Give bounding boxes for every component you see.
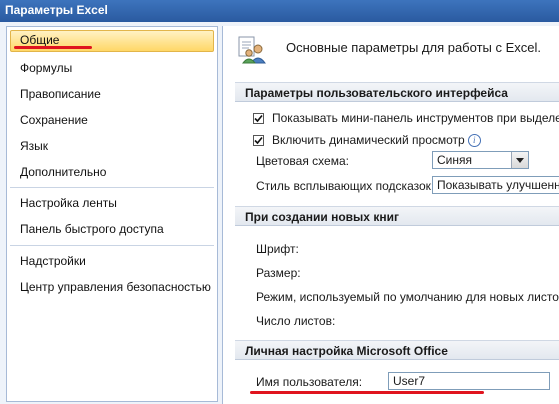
sidebar-item-proofing[interactable]: Правописание xyxy=(10,84,214,106)
tooltip-style-select[interactable]: Показывать улучшенные всплывающие подска… xyxy=(432,176,559,194)
live-preview-checkbox[interactable] xyxy=(253,135,264,146)
sidebar-item-customize-ribbon[interactable]: Настройка ленты xyxy=(10,193,214,215)
info-icon[interactable]: i xyxy=(467,134,481,148)
sidebar-item-advanced[interactable]: Дополнительно xyxy=(10,162,214,184)
sidebar-divider xyxy=(10,187,214,188)
sidebar-item-quick-access-toolbar[interactable]: Панель быстрого доступа xyxy=(10,219,214,241)
tooltip-style-value: Показывать улучшенные всплывающие подска… xyxy=(437,178,559,192)
color-scheme-select[interactable]: Синяя xyxy=(432,151,529,169)
annotation-underline-username xyxy=(250,391,484,394)
sidebar-item-label: Язык xyxy=(20,139,49,153)
mini-toolbar-checkbox[interactable] xyxy=(253,113,264,124)
sidebar-item-save[interactable]: Сохранение xyxy=(10,110,214,132)
page-title: Основные параметры для работы с Excel. xyxy=(286,40,541,55)
color-scheme-label: Цветовая схема: xyxy=(256,154,349,168)
sheet-count-label: Число листов: xyxy=(256,314,336,328)
sidebar-nav: Общие Формулы Правописание Сохранение Яз… xyxy=(6,26,218,402)
tooltip-style-label: Стиль всплывающих подсказок: xyxy=(256,179,435,193)
live-preview-row: Включить динамический просмотр i xyxy=(272,133,481,148)
sidebar-item-add-ins[interactable]: Надстройки xyxy=(10,251,214,273)
mini-toolbar-label: Показывать мини-панель инструментов при … xyxy=(272,111,559,125)
font-label: Шрифт: xyxy=(256,242,299,256)
section-new-workbook: При создании новых книг xyxy=(235,206,559,226)
default-view-label: Режим, используемый по умолчанию для нов… xyxy=(256,290,559,304)
font-size-label: Размер: xyxy=(256,266,301,280)
sidebar-item-trust-center[interactable]: Центр управления безопасностью xyxy=(10,277,214,299)
sidebar-item-label: Центр управления безопасностью xyxy=(20,280,211,294)
main-panel: Основные параметры для работы с Excel. П… xyxy=(222,26,559,404)
sidebar-divider xyxy=(10,245,214,246)
options-people-icon xyxy=(237,34,267,64)
sidebar-item-label: Общие xyxy=(20,33,60,47)
sidebar-item-language[interactable]: Язык xyxy=(10,136,214,158)
username-label: Имя пользователя: xyxy=(256,375,363,389)
annotation-underline-general xyxy=(14,46,92,49)
sidebar-item-label: Надстройки xyxy=(20,254,86,268)
section-ui-options: Параметры пользовательского интерфейса xyxy=(235,82,559,102)
sidebar-item-label: Панель быстрого доступа xyxy=(20,222,164,236)
checkmark-icon xyxy=(254,136,263,145)
sidebar-item-label: Настройка ленты xyxy=(20,196,117,210)
chevron-down-icon[interactable] xyxy=(511,152,528,168)
section-personalize: Личная настройка Microsoft Office xyxy=(235,340,559,360)
username-input[interactable]: User7 xyxy=(388,372,550,390)
sidebar-item-formulas[interactable]: Формулы xyxy=(10,58,214,80)
checkmark-icon xyxy=(254,114,263,123)
sidebar-item-label: Правописание xyxy=(20,87,101,101)
sidebar-item-label: Дополнительно xyxy=(20,165,107,179)
live-preview-label: Включить динамический просмотр xyxy=(272,133,465,147)
sidebar-item-label: Сохранение xyxy=(20,113,88,127)
color-scheme-value: Синяя xyxy=(437,153,472,167)
window-title: Параметры Excel xyxy=(0,0,559,22)
sidebar-item-label: Формулы xyxy=(20,61,73,75)
